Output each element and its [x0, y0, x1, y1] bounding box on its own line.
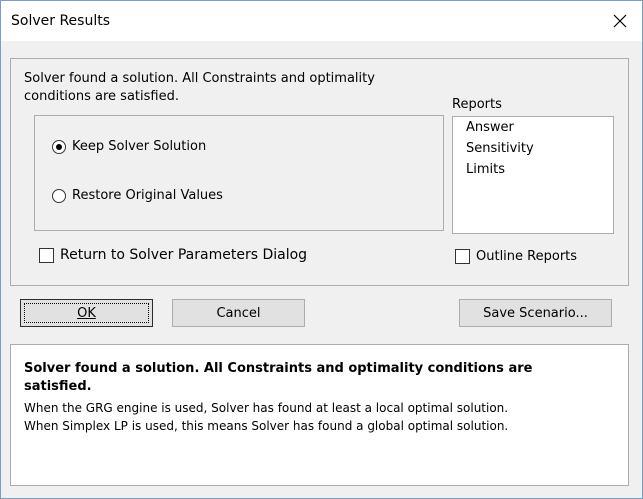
ok-button[interactable]: OK — [20, 299, 153, 327]
info-panel: Solver found a solution. All Constraints… — [10, 344, 629, 486]
restore-values-radio[interactable] — [52, 188, 66, 203]
solution-options-group: Keep Solver Solution Restore Original Va… — [34, 115, 444, 231]
outline-reports-label: Outline Reports — [476, 249, 578, 264]
outline-reports-option[interactable]: Outline Reports — [455, 249, 577, 264]
keep-solution-label: Keep Solver Solution — [72, 139, 207, 154]
focus-ring — [24, 303, 149, 323]
restore-values-option[interactable]: Restore Original Values — [52, 188, 223, 203]
dialog-title: Solver Results — [11, 13, 110, 29]
cancel-button[interactable]: Cancel — [172, 299, 305, 327]
close-icon — [613, 14, 627, 28]
solver-results-dialog: Solver Results Solver found a solution. … — [0, 0, 643, 499]
outline-reports-checkbox[interactable] — [455, 249, 470, 264]
info-body: When the GRG engine is used, Solver has … — [24, 399, 624, 435]
return-to-parameters-label: Return to Solver Parameters Dialog — [60, 247, 308, 263]
close-button[interactable] — [598, 1, 642, 41]
keep-solution-option[interactable]: Keep Solver Solution — [52, 139, 206, 154]
status-message: Solver found a solution. All Constraints… — [24, 71, 375, 104]
save-scenario-button-label: Save Scenario... — [483, 305, 588, 321]
reports-label: Reports — [452, 97, 502, 112]
return-to-parameters-checkbox[interactable] — [39, 247, 54, 263]
report-item-sensitivity[interactable]: Sensitivity — [466, 141, 534, 156]
info-line-2: When Simplex LP is used, this means Solv… — [24, 419, 509, 433]
report-item-limits[interactable]: Limits — [466, 162, 505, 177]
return-to-parameters-option[interactable]: Return to Solver Parameters Dialog — [39, 247, 307, 263]
restore-values-label: Restore Original Values — [72, 188, 223, 203]
info-line-1: When the GRG engine is used, Solver has … — [24, 401, 509, 415]
save-scenario-button[interactable]: Save Scenario... — [459, 299, 612, 327]
title-bar: Solver Results — [1, 1, 642, 41]
reports-list[interactable]: Answer Sensitivity Limits — [452, 116, 614, 234]
info-headline: Solver found a solution. All Constraints… — [24, 361, 533, 394]
keep-solution-radio[interactable] — [52, 139, 66, 154]
cancel-button-label: Cancel — [216, 305, 261, 321]
report-item-answer[interactable]: Answer — [466, 120, 514, 135]
